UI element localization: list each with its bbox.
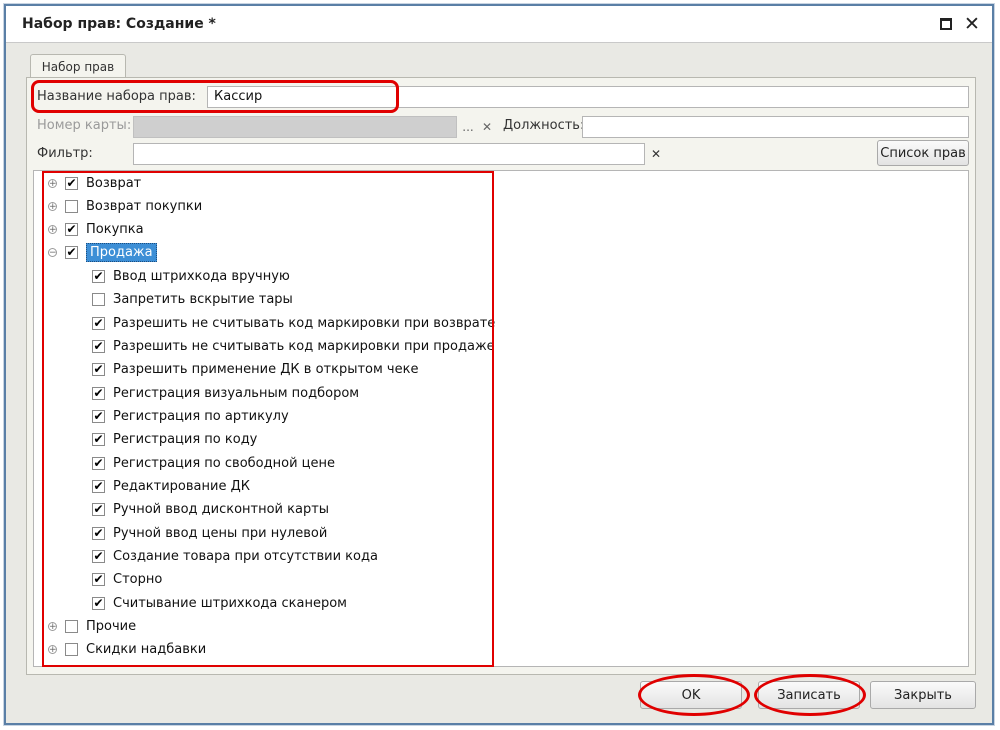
- title-bar: Набор прав: Создание * ✕: [6, 6, 992, 43]
- ok-highlight-ellipse: [638, 674, 750, 716]
- save-highlight-ellipse: [754, 674, 866, 716]
- position-field[interactable]: [582, 116, 969, 138]
- rights-tree[interactable]: + ✔ Возврат + Возврат покупки + ✔ Покупк…: [33, 170, 969, 667]
- tab-rights-set[interactable]: Набор прав: [30, 54, 126, 78]
- maximize-button[interactable]: [936, 14, 956, 34]
- dialog-window: Набор прав: Создание * ✕ Набор прав Назв…: [4, 4, 994, 725]
- card-number-label: Номер карты:: [37, 118, 132, 133]
- tree-highlight-box: [42, 171, 494, 667]
- close-icon: ✕: [964, 13, 980, 35]
- window-title: Набор прав: Создание *: [22, 16, 216, 32]
- card-select-button[interactable]: ...: [459, 117, 477, 137]
- filter-field[interactable]: [133, 143, 645, 165]
- rights-list-button[interactable]: Список прав: [877, 140, 969, 166]
- clear-icon: ✕: [650, 147, 662, 161]
- tab-content: Название набора прав: Кассир Номер карты…: [26, 77, 976, 675]
- position-label: Должность:: [503, 118, 585, 133]
- card-clear-button[interactable]: ✕: [478, 117, 496, 137]
- maximize-icon: [940, 18, 952, 30]
- close-window-button[interactable]: ✕: [962, 13, 982, 35]
- clear-icon: ✕: [481, 120, 493, 134]
- filter-clear-button[interactable]: ✕: [647, 144, 665, 164]
- name-highlight-box: [31, 80, 399, 113]
- close-button[interactable]: Закрыть: [870, 681, 976, 709]
- card-number-field[interactable]: [133, 116, 457, 138]
- filter-label: Фильтр:: [37, 146, 93, 161]
